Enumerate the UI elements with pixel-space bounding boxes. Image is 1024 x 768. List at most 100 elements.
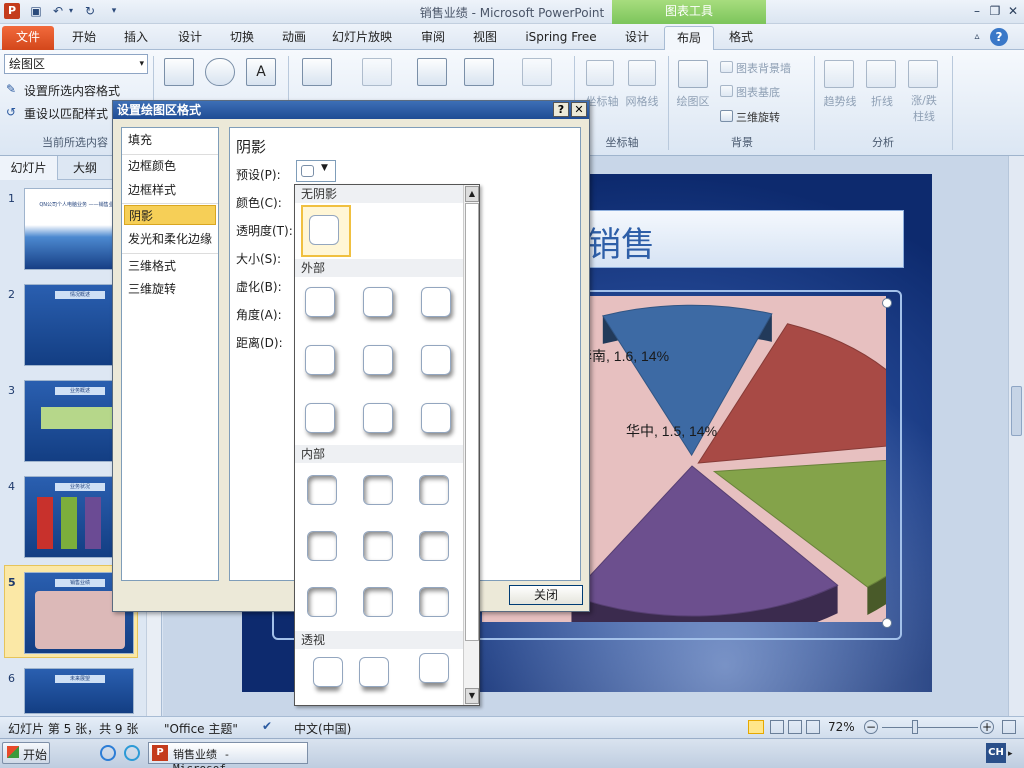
tab-review[interactable]: 审阅 xyxy=(410,26,456,50)
gallery-scrollbar-thumb[interactable] xyxy=(465,203,479,641)
dialog-close-icon[interactable]: ✕ xyxy=(571,102,587,117)
category-3d-rotation[interactable]: 三维旋转 xyxy=(124,279,216,299)
data-table-icon[interactable] xyxy=(522,58,552,86)
scroll-down-icon[interactable]: ▼ xyxy=(465,688,479,704)
plot-area-icon[interactable] xyxy=(678,60,708,88)
chart-title-icon[interactable] xyxy=(302,58,332,86)
normal-view-icon[interactable] xyxy=(748,720,764,734)
gallery-scrollbar[interactable]: ▲ ▼ xyxy=(463,185,479,705)
tab-file[interactable]: 文件 xyxy=(2,26,54,50)
preset-no-shadow[interactable] xyxy=(309,215,339,245)
preset-outer-1[interactable] xyxy=(305,287,335,317)
help-icon[interactable]: ? xyxy=(990,28,1008,46)
tray-arrow-icon[interactable]: ▸ xyxy=(1008,749,1018,759)
restore-icon[interactable]: ❐ xyxy=(986,2,1004,20)
close-icon[interactable]: ✕ xyxy=(1004,2,1022,20)
tab-chart-design[interactable]: 设计 xyxy=(614,26,660,50)
preset-outer-9[interactable] xyxy=(421,403,451,433)
preset-outer-4[interactable] xyxy=(305,345,335,375)
dialog-close-button[interactable]: 关闭 xyxy=(509,585,583,605)
minimize-ribbon-icon[interactable]: ▵ xyxy=(968,28,986,46)
category-glow-soft-edges[interactable]: 发光和柔化边缘 xyxy=(124,229,216,249)
tab-animations[interactable]: 动画 xyxy=(270,26,318,50)
shadow-preset-dropdown-button[interactable]: ▼ xyxy=(296,160,336,182)
gridlines-icon[interactable] xyxy=(628,60,656,86)
category-shadow[interactable]: 阴影 xyxy=(124,205,216,225)
tab-insert[interactable]: 插入 xyxy=(112,26,160,50)
tab-chart-layout[interactable]: 布局 xyxy=(664,26,714,50)
zoom-level[interactable]: 72% xyxy=(828,720,855,734)
minimize-icon[interactable]: – xyxy=(968,2,986,20)
preset-perspective-3[interactable] xyxy=(419,653,449,683)
zoom-slider-thumb[interactable] xyxy=(912,720,918,734)
dialog-title-bar[interactable]: 设置绘图区格式 ? ✕ xyxy=(113,101,589,119)
preset-outer-2[interactable] xyxy=(363,287,393,317)
preset-inner-2[interactable] xyxy=(363,475,393,505)
category-fill[interactable]: 填充 xyxy=(124,130,216,150)
chart-elements-combo[interactable]: 绘图区 ▾ xyxy=(4,54,148,74)
tab-outline[interactable]: 大纲 xyxy=(60,156,110,180)
preset-outer-8[interactable] xyxy=(363,403,393,433)
reset-style-button[interactable]: 重设以匹配样式 xyxy=(24,105,108,122)
tab-design[interactable]: 设计 xyxy=(166,26,214,50)
dialog-help-button[interactable]: ? xyxy=(553,102,569,117)
preset-inner-1[interactable] xyxy=(307,475,337,505)
category-border-color[interactable]: 边框颜色 xyxy=(124,156,216,176)
preset-perspective-1[interactable] xyxy=(313,657,343,687)
scrollbar-thumb[interactable] xyxy=(1011,386,1022,436)
preset-inner-5[interactable] xyxy=(363,531,393,561)
format-selection-button[interactable]: 设置所选内容格式 xyxy=(24,82,120,99)
slideshow-view-icon[interactable] xyxy=(806,720,820,734)
preset-outer-3[interactable] xyxy=(421,287,451,317)
tab-chart-format[interactable]: 格式 xyxy=(718,26,764,50)
preset-inner-4[interactable] xyxy=(307,531,337,561)
reading-view-icon[interactable] xyxy=(788,720,802,734)
chart-floor-button[interactable]: 图表基底 xyxy=(736,84,780,100)
shapes-icon[interactable] xyxy=(205,58,235,86)
lines-icon[interactable] xyxy=(866,60,896,88)
preset-outer-5[interactable] xyxy=(363,345,393,375)
editor-vertical-scrollbar[interactable] xyxy=(1008,156,1024,716)
preset-outer-7[interactable] xyxy=(305,403,335,433)
category-border-style[interactable]: 边框样式 xyxy=(124,180,216,200)
preset-outer-6[interactable] xyxy=(421,345,451,375)
preset-inner-6[interactable] xyxy=(419,531,449,561)
tab-view[interactable]: 视图 xyxy=(462,26,508,50)
resize-handle[interactable] xyxy=(882,298,892,308)
start-button[interactable]: 开始 xyxy=(2,742,50,764)
preset-inner-7[interactable] xyxy=(307,587,337,617)
axes-icon[interactable] xyxy=(586,60,614,86)
tab-slides[interactable]: 幻灯片 xyxy=(0,156,58,180)
tab-ispring[interactable]: iSpring Free xyxy=(516,26,606,50)
zoom-out-icon[interactable]: − xyxy=(864,720,878,734)
data-labels-icon[interactable] xyxy=(464,58,494,86)
tab-home[interactable]: 开始 xyxy=(60,26,108,50)
slide-title-box[interactable]: 销售 xyxy=(572,210,904,268)
zoom-slider[interactable] xyxy=(882,727,978,728)
category-3d-format[interactable]: 三维格式 xyxy=(124,256,216,276)
ime-indicator[interactable]: CH xyxy=(986,743,1006,763)
picture-icon[interactable] xyxy=(164,58,194,86)
chart-wall-button[interactable]: 图表背景墙 xyxy=(736,60,791,76)
zoom-in-icon[interactable]: + xyxy=(980,720,994,734)
preset-inner-3[interactable] xyxy=(419,475,449,505)
slide-sorter-view-icon[interactable] xyxy=(770,720,784,734)
resize-handle[interactable] xyxy=(882,618,892,628)
fit-slide-icon[interactable] xyxy=(1002,720,1016,734)
preset-perspective-2[interactable] xyxy=(359,657,389,687)
scroll-up-icon[interactable]: ▲ xyxy=(465,186,479,202)
spell-check-icon[interactable]: ✔ xyxy=(262,719,272,733)
preset-inner-8[interactable] xyxy=(363,587,393,617)
trendline-icon[interactable] xyxy=(824,60,854,88)
preset-inner-9[interactable] xyxy=(419,587,449,617)
3d-rotation-button[interactable]: 三维旋转 xyxy=(736,109,780,125)
taskbar-window-powerpoint[interactable]: P 销售业绩 - Microsof... xyxy=(148,742,308,768)
axis-title-icon[interactable] xyxy=(362,58,392,86)
browser-icon[interactable] xyxy=(124,745,140,761)
text-box-icon[interactable]: A xyxy=(246,58,276,86)
ie-icon[interactable] xyxy=(100,745,116,761)
tab-transitions[interactable]: 切换 xyxy=(218,26,266,50)
legend-icon[interactable] xyxy=(417,58,447,86)
tab-slideshow[interactable]: 幻灯片放映 xyxy=(326,26,398,50)
slide-thumbnail-6[interactable]: 未来展望 xyxy=(24,668,134,714)
